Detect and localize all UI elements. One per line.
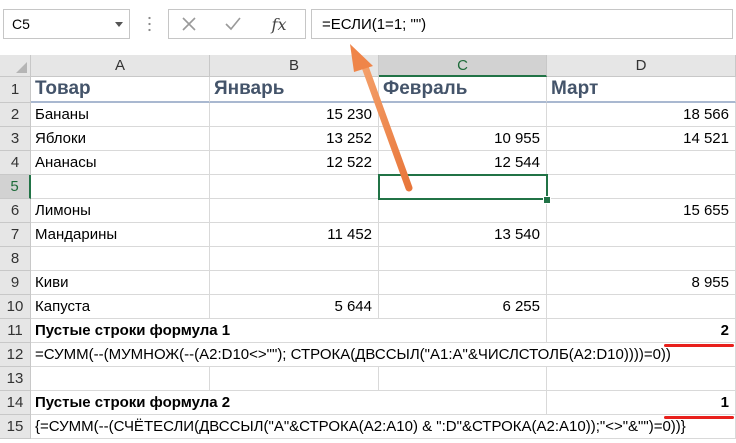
cell-d6[interactable]: 15 655 (547, 199, 736, 223)
row-header-6[interactable]: 6 (0, 199, 31, 223)
underline-annotation-2 (664, 416, 734, 419)
cell-c6[interactable] (379, 199, 547, 223)
cell-b5[interactable] (210, 175, 379, 199)
name-box[interactable]: C5 (3, 9, 130, 39)
row-header-15[interactable]: 15 (0, 415, 31, 439)
formula1-label: Пустые строки формула 1 (35, 322, 231, 339)
chevron-down-icon[interactable] (115, 22, 123, 27)
cell-b11[interactable] (210, 319, 379, 343)
row-header-10[interactable]: 10 (0, 295, 31, 319)
row-header-8[interactable]: 8 (0, 247, 31, 271)
cell-b3[interactable]: 13 252 (210, 127, 379, 151)
cell-d14[interactable]: 1 (547, 391, 736, 415)
cell-c8[interactable] (379, 247, 547, 271)
column-header-b[interactable]: B (210, 55, 379, 77)
insert-function-button[interactable]: fx (259, 10, 299, 38)
resize-grip-icon[interactable] (148, 15, 151, 33)
row-header-3[interactable]: 3 (0, 127, 31, 151)
cell-a7[interactable]: Мандарины (31, 223, 210, 247)
spreadsheet-grid: A B C D 1 2 3 4 5 6 7 8 9 10 11 12 13 14… (0, 55, 736, 443)
cell-c9[interactable] (379, 271, 547, 295)
cell-c2[interactable] (379, 103, 547, 127)
formula2-text: {=СУММ(--(СЧЁТЕСЛИ(ДВССЫЛ("A"&СТРОКА(A2:… (35, 418, 686, 435)
fill-handle[interactable] (543, 196, 551, 204)
cell-c11[interactable] (379, 319, 547, 343)
cell-d2[interactable]: 18 566 (547, 103, 736, 127)
formula-bar: C5 fx =ЕСЛИ(1=1; "") (0, 0, 736, 53)
row-header-13[interactable]: 13 (0, 367, 31, 391)
cell-b7[interactable]: 11 452 (210, 223, 379, 247)
cell-c10[interactable]: 6 255 (379, 295, 547, 319)
row-header-7[interactable]: 7 (0, 223, 31, 247)
cell-a6[interactable]: Лимоны (31, 199, 210, 223)
formula-input[interactable]: =ЕСЛИ(1=1; "") (311, 9, 733, 39)
cell-b6[interactable] (210, 199, 379, 223)
cell-d1[interactable]: Март (547, 77, 736, 103)
cell-b9[interactable] (210, 271, 379, 295)
cell-b8[interactable] (210, 247, 379, 271)
cell-d8[interactable] (547, 247, 736, 271)
cell-a10[interactable]: Капуста (31, 295, 210, 319)
cell-b4[interactable]: 12 522 (210, 151, 379, 175)
cell-a4[interactable]: Ананасы (31, 151, 210, 175)
cell-d13[interactable] (547, 367, 736, 391)
cell-a8[interactable] (31, 247, 210, 271)
row-header-14[interactable]: 14 (0, 391, 31, 415)
cell-b10[interactable]: 5 644 (210, 295, 379, 319)
cell-b2[interactable]: 15 230 (210, 103, 379, 127)
row-header-5[interactable]: 5 (0, 175, 31, 199)
row-header-2[interactable]: 2 (0, 103, 31, 127)
formula1-text: =СУММ(--(МУМНОЖ(--(A2:D10<>""); СТРОКА(Д… (35, 346, 671, 363)
cell-c14[interactable] (379, 391, 547, 415)
checkmark-icon[interactable] (213, 10, 253, 38)
formula2-label: Пустые строки формула 2 (35, 394, 231, 411)
column-header-a[interactable]: A (31, 55, 210, 77)
cell-d4[interactable] (547, 151, 736, 175)
name-box-value: C5 (12, 16, 30, 32)
underline-annotation-1 (664, 344, 734, 347)
cell-c7[interactable]: 13 540 (379, 223, 547, 247)
cell-a13[interactable] (31, 367, 210, 391)
cell-d11[interactable]: 2 (547, 319, 736, 343)
cell-a2[interactable]: Бананы (31, 103, 210, 127)
cell-b1[interactable]: Январь (210, 77, 379, 103)
cell-d7[interactable] (547, 223, 736, 247)
cell-a3[interactable]: Яблоки (31, 127, 210, 151)
cell-c4[interactable]: 12 544 (379, 151, 547, 175)
row-header-12[interactable]: 12 (0, 343, 31, 367)
cell-d3[interactable]: 14 521 (547, 127, 736, 151)
cell-d5[interactable] (547, 175, 736, 199)
formula-text: =ЕСЛИ(1=1; "") (322, 16, 427, 33)
cell-c13[interactable] (379, 367, 547, 391)
cell-c1[interactable]: Февраль (379, 77, 547, 103)
cell-b14[interactable] (210, 391, 379, 415)
fx-label: fx (271, 14, 287, 34)
row-header-1[interactable]: 1 (0, 77, 31, 103)
cell-a9[interactable]: Киви (31, 271, 210, 295)
column-header-d[interactable]: D (547, 55, 736, 77)
cell-c3[interactable]: 10 955 (379, 127, 547, 151)
cell-d10[interactable] (547, 295, 736, 319)
cell-a5[interactable] (31, 175, 210, 199)
cell-d9[interactable]: 8 955 (547, 271, 736, 295)
row-header-4[interactable]: 4 (0, 151, 31, 175)
cell-c5[interactable] (379, 175, 547, 199)
row-header-11[interactable]: 11 (0, 319, 31, 343)
select-all-corner[interactable] (0, 55, 31, 77)
cell-a1[interactable]: Товар (31, 77, 210, 103)
column-header-c[interactable]: C (379, 55, 547, 77)
cancel-icon[interactable] (169, 10, 209, 38)
cell-b13[interactable] (210, 367, 379, 391)
formula-buttons: fx (168, 9, 306, 39)
row-header-9[interactable]: 9 (0, 271, 31, 295)
